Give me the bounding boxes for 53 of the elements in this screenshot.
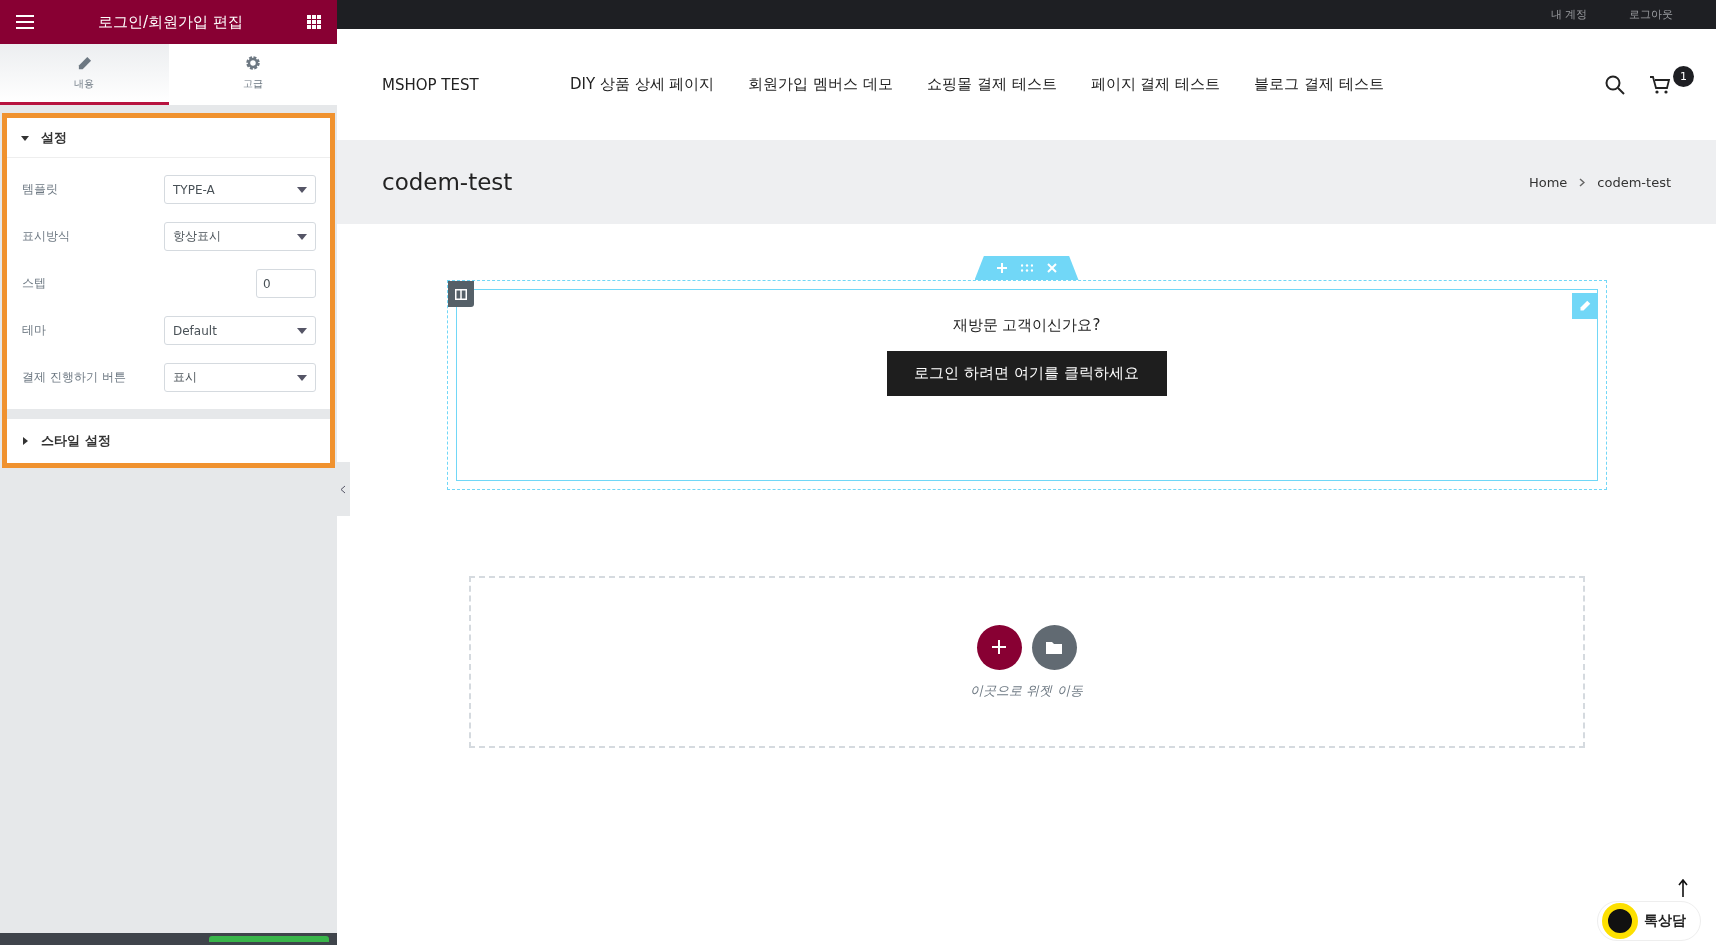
plus-icon xyxy=(992,640,1006,654)
site-logo[interactable]: MSHOP TEST xyxy=(382,75,528,94)
menu-icon[interactable] xyxy=(16,15,34,29)
control-label: 스텝 xyxy=(22,275,46,292)
control-label: 템플릿 xyxy=(22,181,58,198)
nav-link[interactable]: DIY 상품 상세 페이지 xyxy=(570,75,715,94)
chat-logo-icon xyxy=(1602,903,1638,939)
page-title: codem-test xyxy=(382,169,513,195)
top-link[interactable]: 로그아웃 xyxy=(1629,7,1673,22)
collapse-handle[interactable] xyxy=(336,462,350,516)
cart-count-badge: 1 xyxy=(1673,65,1694,87)
dropdown-caret-icon xyxy=(297,374,307,381)
pencil-icon xyxy=(1578,300,1591,312)
select-field[interactable]: 표시 xyxy=(164,363,316,392)
drop-hint: 이곳으로 위젯 이동 xyxy=(970,681,1083,700)
select-field[interactable]: TYPE-A xyxy=(164,175,316,204)
dropdown-caret-icon xyxy=(297,186,307,193)
nav-link[interactable]: 쇼핑몰 결제 테스트 xyxy=(927,75,1057,94)
control-label: 테마 xyxy=(22,322,46,339)
search-icon[interactable] xyxy=(1605,74,1625,95)
control-label: 결제 진행하기 버튼 xyxy=(22,369,126,386)
nav-link[interactable]: 블로그 결제 테스트 xyxy=(1254,75,1384,94)
up-arrow-icon[interactable] xyxy=(1678,879,1688,897)
returning-customer-text: 재방문 고객이신가요? xyxy=(952,316,1101,335)
select-field[interactable]: 항상표시 xyxy=(164,222,316,251)
top-link[interactable]: 내 계정 xyxy=(1550,7,1587,22)
chat-button[interactable]: 톡상담 xyxy=(1597,901,1701,941)
add-section-button[interactable] xyxy=(976,624,1022,670)
select-field[interactable]: Default xyxy=(164,316,316,345)
dropdown-caret-icon xyxy=(297,233,307,240)
login-button[interactable]: 로그인 하려면 여기를 클릭하세요 xyxy=(886,351,1167,396)
drag-dots-icon[interactable] xyxy=(1020,264,1033,272)
cart-icon[interactable] xyxy=(1649,74,1671,95)
pencil-icon xyxy=(76,55,92,71)
grid-icon[interactable] xyxy=(307,15,321,29)
folder-icon xyxy=(1046,640,1062,654)
gear-icon xyxy=(244,55,261,71)
nav-link[interactable]: 페이지 결제 테스트 xyxy=(1090,75,1221,94)
nav-link[interactable]: 회원가입 멤버스 데모 xyxy=(748,75,893,94)
column-handle[interactable] xyxy=(447,281,474,307)
breadcrumb-item: codem-test xyxy=(1597,174,1671,190)
control-label: 표시방식 xyxy=(22,228,70,245)
add-template-button[interactable] xyxy=(1031,624,1077,670)
caret-down-icon xyxy=(21,133,29,142)
panel-title: 로그인/회원가입 편집 xyxy=(98,12,243,32)
chevron-right-icon xyxy=(1579,177,1586,187)
chevron-left-icon xyxy=(340,484,346,494)
panel-tab[interactable]: 내용 xyxy=(0,44,169,105)
number-field[interactable]: 0 xyxy=(256,269,316,298)
breadcrumb-item[interactable]: Home xyxy=(1528,174,1568,190)
caret-right-icon xyxy=(21,437,29,445)
columns-icon xyxy=(454,288,467,300)
dropdown-caret-icon xyxy=(297,327,307,334)
